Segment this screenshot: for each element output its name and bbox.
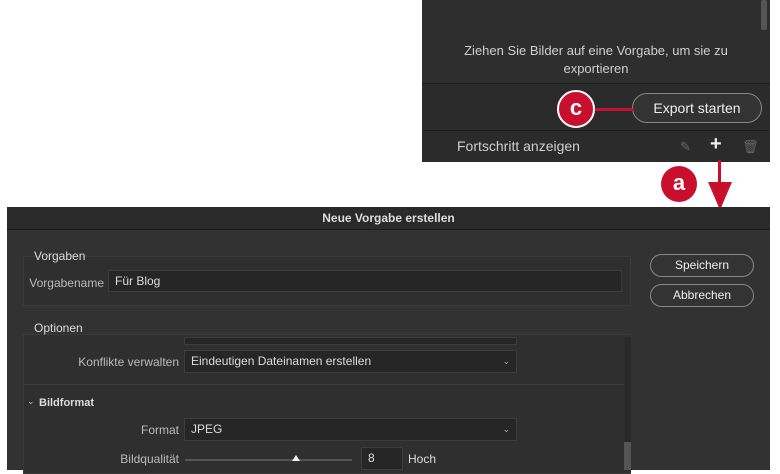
cancel-button[interactable]: Abbrechen — [650, 284, 754, 307]
conflicts-label: Konflikte verwalten — [78, 355, 179, 369]
format-label: Format — [140, 423, 179, 437]
dialog-title: Neue Vorgabe erstellen — [7, 207, 770, 230]
conflicts-select[interactable]: Eindeutigen Dateinamen erstellen ⌄ — [184, 350, 517, 373]
preset-drop-area[interactable]: Ziehen Sie Bilder auf eine Vorgabe, um s… — [422, 0, 770, 84]
arrow-shaft — [718, 160, 721, 184]
quality-slider[interactable] — [185, 455, 352, 461]
progress-label[interactable]: Fortschritt anzeigen — [457, 138, 580, 154]
slider-thumb[interactable] — [292, 455, 301, 461]
quality-input[interactable]: 8 — [361, 447, 403, 470]
scrollbar[interactable] — [761, 0, 767, 30]
arrow-down-icon — [708, 182, 732, 210]
callout-line-c — [594, 108, 634, 111]
plus-icon[interactable]: + — [710, 133, 722, 156]
preset-name-input[interactable]: Für Blog — [108, 270, 622, 292]
optionen-title: Optionen — [34, 321, 83, 335]
chevron-down-icon[interactable]: ⌄ — [27, 396, 35, 407]
callout-c: c — [557, 90, 595, 128]
vorgaben-title: Vorgaben — [34, 249, 86, 263]
divider — [24, 384, 624, 385]
drop-message: Ziehen Sie Bilder auf eine Vorgabe, um s… — [464, 43, 728, 76]
trash-icon[interactable]: 🗑 — [742, 139, 759, 155]
export-panel: Ziehen Sie Bilder auf eine Vorgabe, um s… — [422, 0, 770, 162]
chevron-down-icon: ⌄ — [502, 424, 510, 434]
callout-a: a — [661, 166, 697, 202]
pencil-icon[interactable]: ✎ — [680, 139, 691, 155]
save-button[interactable]: Speichern — [650, 254, 754, 277]
conflicts-value: Eindeutigen Dateinamen erstellen — [191, 354, 372, 368]
bildformat-section[interactable]: Bildformat — [39, 397, 94, 409]
format-select[interactable]: JPEG ⌄ — [184, 418, 517, 441]
quality-label: Bildqualität — [120, 452, 179, 466]
format-value: JPEG — [191, 422, 223, 436]
chevron-down-icon: ⌄ — [502, 356, 510, 366]
export-start-button[interactable]: Export starten — [632, 93, 762, 123]
preset-name-label: Vorgabename — [29, 276, 104, 290]
quality-text: Hoch — [408, 452, 437, 466]
clipped-field — [184, 337, 517, 345]
new-preset-dialog: Neue Vorgabe erstellen Vorgaben Vorgaben… — [7, 207, 770, 474]
options-scrollbar[interactable] — [624, 337, 631, 470]
